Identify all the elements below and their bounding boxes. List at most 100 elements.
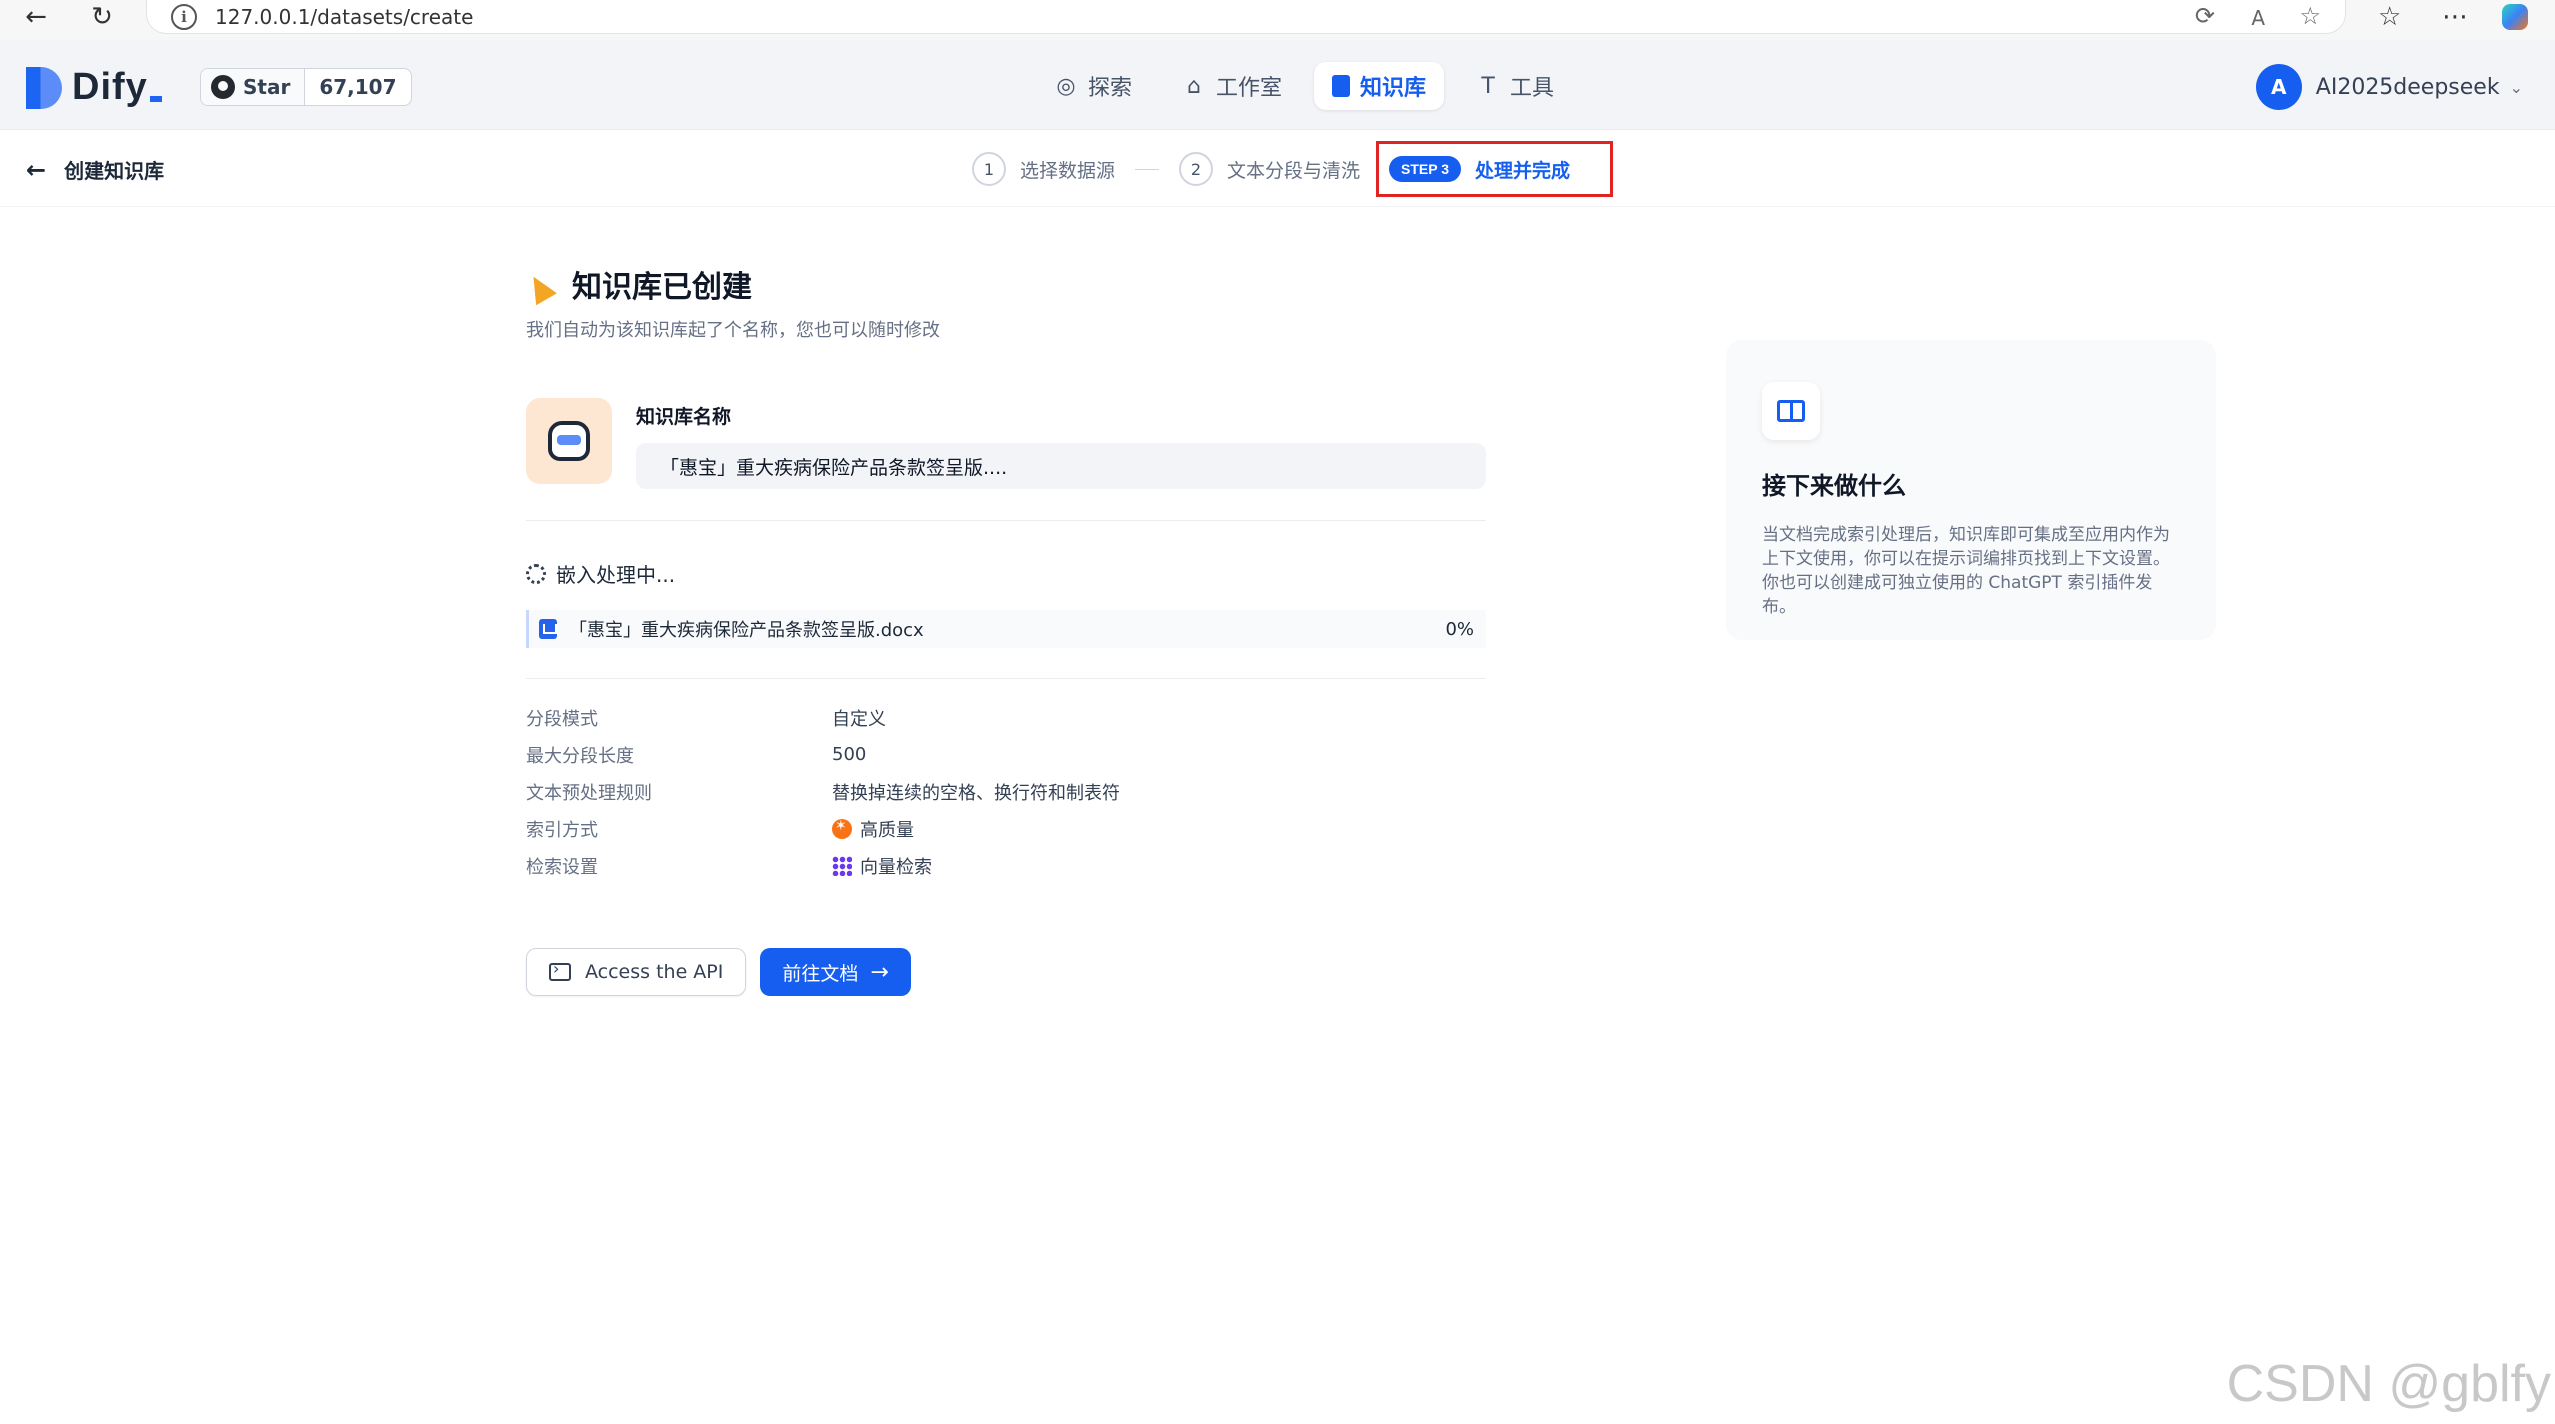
step-2: 2 文本分段与清洗 — [1179, 152, 1360, 186]
divider — [526, 520, 1486, 521]
next-steps-card: 接下来做什么 当文档完成索引处理后，知识库即可集成至应用内作为上下文使用，你可以… — [1726, 340, 2216, 640]
step-active-label: 处理并完成 — [1475, 159, 1571, 182]
terminal-icon — [549, 959, 571, 981]
url-text: 127.0.0.1/datasets/create — [215, 4, 474, 29]
embedding-status: 嵌入处理中... — [526, 559, 1486, 588]
property-key: 索引方式 — [526, 819, 598, 841]
steps: 1 选择数据源 2 文本分段与清洗 STEP 3 处理并完成 — [972, 141, 1614, 197]
user-name: AI2025deepseek — [2315, 74, 2500, 100]
knowledge-name-block: 知识库名称 「惠宝」重大疾病保险产品条款签呈版.... — [526, 398, 1486, 489]
logo-text: Dify — [72, 66, 148, 108]
property-key: 分段模式 — [526, 708, 598, 730]
page-title: 知识库已创建 — [572, 270, 752, 305]
copilot-icon[interactable] — [2502, 0, 2528, 34]
hammer-icon: T — [1481, 73, 1495, 99]
app-header: Dify Star 67,107 ◎ 探索 ⌂ 工作室 知识库 T 工具 A A… — [0, 40, 2555, 130]
party-popper-icon — [526, 267, 560, 301]
high-quality-icon — [832, 818, 852, 839]
property-value: 向量检索 — [832, 853, 932, 879]
logo-underscore — [149, 95, 162, 102]
property-value: 500 — [832, 744, 867, 765]
property-row: 索引方式 高质量 — [526, 810, 1486, 847]
more-menu-icon[interactable]: ⋯ — [2442, 0, 2468, 34]
property-value: 高质量 — [832, 816, 914, 842]
user-menu[interactable]: A AI2025deepseek ⌄ — [2255, 63, 2523, 111]
property-value-text: 高质量 — [860, 819, 914, 841]
file-name: 「惠宝」重大疾病保险产品条款签呈版.docx — [569, 620, 924, 641]
nav-knowledge-label: 知识库 — [1360, 76, 1427, 101]
property-row: 检索设置 向量检索 — [526, 847, 1486, 884]
access-api-button[interactable]: Access the API — [526, 948, 747, 996]
knowledge-avatar[interactable] — [526, 398, 612, 484]
step-number: 2 — [1179, 152, 1214, 186]
favorites-icon[interactable]: ☆ — [2378, 0, 2401, 34]
go-to-document-label: 前往文档 — [782, 962, 859, 985]
robot-face-icon — [548, 421, 590, 461]
read-aloud-icon[interactable]: A — [2251, 6, 2265, 30]
github-star-button[interactable]: Star — [201, 69, 306, 105]
step-number: 1 — [972, 152, 1006, 186]
book-icon — [1332, 75, 1351, 97]
back-button[interactable]: ← 创建知识库 — [26, 155, 164, 184]
vector-grid-icon — [832, 855, 852, 876]
next-steps-title: 接下来做什么 — [1762, 472, 1906, 500]
file-progress-row: 「惠宝」重大疾病保险产品条款签呈版.docx 0% — [526, 610, 1486, 648]
creation-result: 知识库已创建 我们自动为该知识库起了个名称，您也可以随时修改 知识库名称 「惠宝… — [526, 262, 1486, 996]
embedding-status-text: 嵌入处理中... — [556, 563, 676, 587]
property-key: 文本预处理规则 — [526, 782, 652, 804]
logo-mark-icon — [26, 66, 62, 109]
loading-spinner-icon — [526, 563, 546, 584]
chevron-down-icon: ⌄ — [2509, 77, 2523, 97]
page-subtitle: 我们自动为该知识库起了个名称，您也可以随时修改 — [526, 320, 940, 341]
nav-explore-label: 探索 — [1088, 76, 1133, 101]
arrow-left-icon: ← — [26, 155, 47, 184]
avatar: A — [2255, 64, 2302, 110]
arrow-right-icon: → — [870, 959, 889, 985]
back-arrow-icon[interactable]: ← — [16, 0, 56, 34]
file-progress: 0% — [1445, 618, 1474, 640]
info-icon[interactable]: i — [171, 3, 197, 30]
nav-tools-label: 工具 — [1510, 76, 1555, 101]
watermark: CSDN @gblfy — [2226, 1355, 2551, 1413]
property-row: 文本预处理规则 替换掉连续的空格、换行符和制表符 — [526, 773, 1486, 810]
dify-logo[interactable]: Dify — [26, 66, 162, 109]
go-to-document-button[interactable]: 前往文档 → — [760, 948, 911, 996]
access-api-label: Access the API — [585, 961, 724, 983]
compass-icon: ◎ — [1056, 73, 1076, 99]
main-nav: ◎ 探索 ⌂ 工作室 知识库 T 工具 — [1036, 62, 1572, 110]
star-count: 67,107 — [319, 75, 397, 99]
github-star-widget[interactable]: Star 67,107 — [200, 68, 412, 106]
robot-icon: ⌂ — [1187, 73, 1201, 99]
github-icon — [211, 75, 235, 99]
title-row: 知识库已创建 — [526, 262, 1486, 306]
nav-explore[interactable]: ◎ 探索 — [1036, 62, 1150, 110]
property-value: 自定义 — [832, 708, 886, 730]
step-1: 1 选择数据源 — [972, 152, 1115, 186]
name-column: 知识库名称 「惠宝」重大疾病保险产品条款签呈版.... — [636, 398, 1486, 489]
property-row: 分段模式 自定义 — [526, 699, 1486, 736]
nav-studio-label: 工作室 — [1216, 76, 1283, 101]
star-label: Star — [243, 75, 291, 99]
property-key: 最大分段长度 — [526, 745, 634, 767]
next-steps-text: 当文档完成索引处理后，知识库即可集成至应用内作为上下文使用，你可以在提示词编排页… — [1762, 525, 2170, 617]
address-bar[interactable]: i 127.0.0.1/datasets/create ⟳ A ☆ — [146, 0, 2346, 34]
step-3-active: STEP 3 处理并完成 — [1376, 141, 1614, 197]
refresh-page-icon[interactable]: ⟳ — [2195, 2, 2215, 30]
step-separator — [1135, 168, 1160, 170]
nav-knowledge[interactable]: 知识库 — [1314, 62, 1445, 110]
step-label: 选择数据源 — [1020, 159, 1116, 182]
property-value: 替换掉连续的空格、换行符和制表符 — [832, 782, 1120, 804]
browser-toolbar: ← ↻ i 127.0.0.1/datasets/create ⟳ A ☆ ☆ … — [0, 0, 2555, 40]
knowledge-name-input[interactable]: 「惠宝」重大疾病保险产品条款签呈版.... — [636, 443, 1486, 489]
property-value-text: 向量检索 — [860, 856, 932, 878]
nav-studio[interactable]: ⌂ 工作室 — [1164, 62, 1300, 110]
nav-tools[interactable]: T 工具 — [1458, 62, 1572, 110]
step-badge: STEP 3 — [1389, 156, 1462, 182]
favorite-star-icon[interactable]: ☆ — [2299, 2, 2321, 30]
properties: 分段模式 自定义 最大分段长度 500 文本预处理规则 替换掉连续的空格、换行符… — [526, 699, 1486, 884]
reload-icon[interactable]: ↻ — [82, 0, 122, 34]
property-row: 最大分段长度 500 — [526, 736, 1486, 773]
divider — [526, 678, 1486, 679]
back-label: 创建知识库 — [64, 159, 165, 183]
name-label: 知识库名称 — [636, 406, 732, 428]
